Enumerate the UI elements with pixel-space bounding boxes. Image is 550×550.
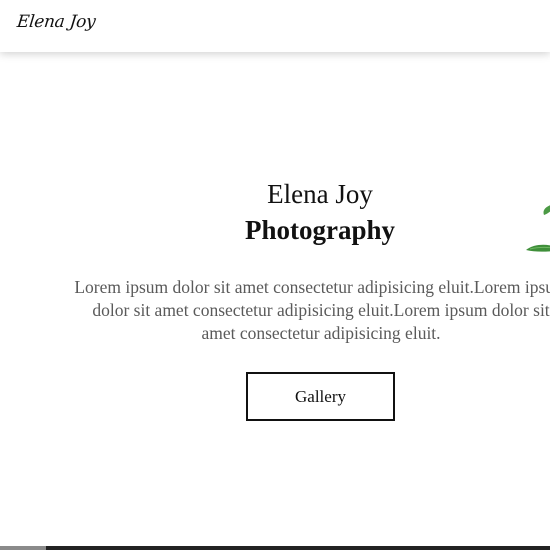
leaf-icon <box>526 205 550 252</box>
title-line-photography: Photography <box>244 215 396 245</box>
horizontal-scrollbar[interactable] <box>0 546 550 550</box>
site-logo[interactable]: Elena Joy <box>16 12 96 32</box>
title-line-name: Elena Joy <box>267 179 373 209</box>
scrollbar-thumb[interactable] <box>0 546 46 550</box>
hero-description: Lorem ipsum dolor sit amet consectetur a… <box>74 277 550 343</box>
hero-section: Elena Joy Photography Lorem ipsum dolor … <box>0 52 550 546</box>
gallery-button[interactable]: Gallery <box>246 372 395 421</box>
page-title: Elena Joy Photography <box>200 176 440 248</box>
navbar: Elena Joy <box>0 0 550 52</box>
